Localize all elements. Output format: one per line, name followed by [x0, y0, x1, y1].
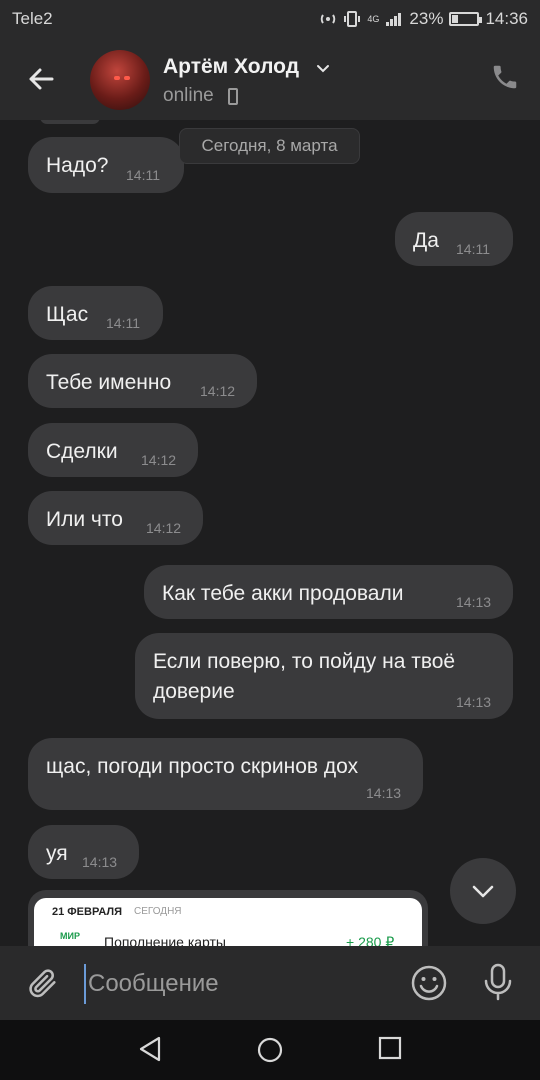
message-incoming[interactable]: Или что 14:12: [28, 491, 203, 545]
paperclip-icon[interactable]: [26, 966, 60, 1000]
message-time: 14:13: [456, 594, 492, 610]
message-time: 14:11: [126, 167, 160, 183]
microphone-icon[interactable]: [482, 962, 514, 1002]
message-text: Сделки: [46, 440, 118, 463]
embed-title: Пополнение карты: [104, 934, 226, 946]
message-incoming[interactable]: Щас 14:11: [28, 286, 163, 340]
nav-home-icon[interactable]: [256, 1036, 284, 1064]
message-text: Тебе именно: [46, 371, 172, 394]
partial-message-bubble: [40, 120, 100, 124]
message-outgoing[interactable]: Если поверю, то пойду на твоё доверие 14…: [135, 633, 513, 719]
hotspot-icon: [321, 14, 336, 24]
smiley-icon[interactable]: [410, 964, 448, 1002]
message-input[interactable]: [84, 964, 384, 1004]
message-composer: [0, 946, 540, 1020]
avatar[interactable]: [90, 50, 150, 110]
mobile-device-icon: [228, 88, 238, 105]
vibrate-icon: [344, 11, 361, 27]
status-bar: Tele2 4G 23% 14:36: [0, 0, 540, 36]
clock: 14:36: [485, 9, 528, 28]
embed-date: 21 ФЕВРАЛЯ: [52, 906, 123, 918]
system-nav-bar: [0, 1020, 540, 1080]
message-text: Если поверю, то пойду на твоё доверие: [153, 650, 456, 703]
signal-icon: [386, 13, 402, 26]
nav-back-icon[interactable]: [138, 1036, 162, 1062]
message-outgoing[interactable]: Как тебе акки продовали 14:13: [144, 565, 513, 619]
message-text: Как тебе акки продовали: [162, 582, 404, 605]
message-incoming[interactable]: щас, погоди просто скринов дох 14:13: [28, 738, 423, 810]
chevron-down-icon: [472, 885, 494, 898]
message-time: 14:11: [106, 315, 140, 331]
message-incoming[interactable]: Сделки 14:12: [28, 423, 198, 477]
chevron-down-icon[interactable]: [315, 60, 331, 76]
phone-icon[interactable]: [490, 62, 520, 92]
message-text: Да: [413, 229, 439, 252]
message-text: Или что: [46, 508, 123, 531]
contact-name[interactable]: Артём Холод: [163, 55, 299, 79]
message-time: 14:13: [366, 785, 402, 801]
back-arrow-icon[interactable]: [24, 62, 58, 96]
embed-today: СЕГОДНЯ: [134, 906, 182, 917]
message-text: уя: [46, 842, 68, 865]
mir-logo: МИР: [60, 931, 80, 941]
message-time: 14:11: [456, 241, 490, 257]
network-type-label: 4G: [367, 14, 380, 24]
message-time: 14:12: [141, 452, 177, 468]
message-incoming[interactable]: Тебе именно 14:12: [28, 354, 257, 408]
battery-icon: [449, 12, 483, 26]
message-time: 14:13: [456, 694, 492, 710]
chat-header: Артём Холод online: [0, 36, 540, 120]
contact-status: online: [163, 85, 214, 106]
scroll-down-button[interactable]: [450, 858, 516, 924]
status-icons: 4G 23% 14:36: [319, 9, 528, 29]
message-text: щас, погоди просто скринов дох: [46, 755, 359, 778]
embed-amount: + 280 ₽: [346, 934, 395, 946]
image-attachment[interactable]: 21 ФЕВРАЛЯ СЕГОДНЯ МИР Пополнение карты …: [28, 890, 428, 946]
message-incoming[interactable]: уя 14:13: [28, 825, 139, 879]
battery-percent: 23%: [409, 9, 444, 28]
nav-recents-icon[interactable]: [378, 1036, 402, 1060]
message-time: 14:13: [82, 854, 118, 870]
message-text: Надо?: [46, 154, 109, 177]
message-time: 14:12: [200, 383, 236, 399]
message-incoming[interactable]: Надо? 14:11: [28, 137, 184, 193]
message-list[interactable]: Надо? 14:11 Сегодня, 8 марта Да 14:11 Ща…: [0, 120, 540, 946]
screenshot-card: 21 ФЕВРАЛЯ СЕГОДНЯ МИР Пополнение карты …: [34, 898, 422, 946]
message-outgoing[interactable]: Да 14:11: [395, 212, 513, 266]
carrier-label: Tele2: [12, 9, 53, 28]
message-time: 14:12: [146, 520, 182, 536]
message-text: Щас: [46, 303, 89, 326]
date-divider: Сегодня, 8 марта: [179, 128, 360, 164]
